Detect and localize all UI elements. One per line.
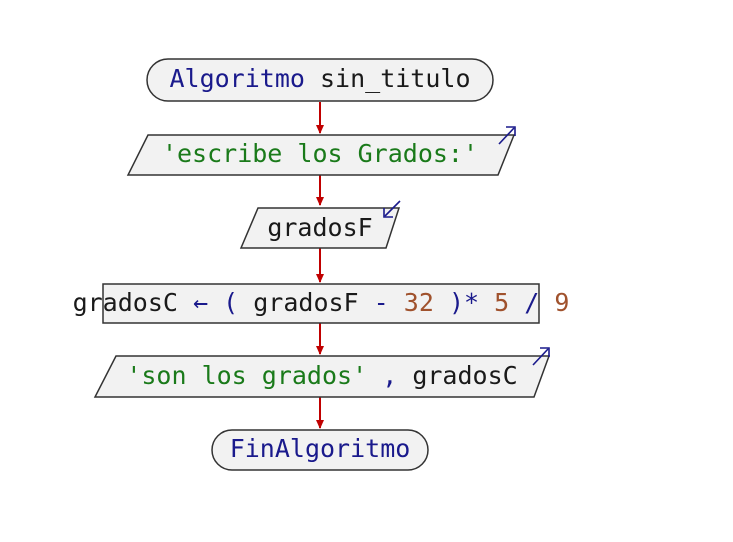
assign-var: gradosF (253, 288, 358, 317)
input1-variable: gradosF (267, 213, 372, 242)
assign-label: gradosC ← ( gradosF - 32 )* 5 / 9 (73, 288, 570, 317)
start-label: Algoritmo sin_titulo (169, 64, 470, 93)
end-keyword: FinAlgoritmo (230, 434, 411, 463)
output2-comma: , (382, 361, 397, 390)
assign-number-32: 32 (404, 288, 434, 317)
assign-number-5: 5 (494, 288, 509, 317)
start-algorithm-name: sin_titulo (320, 64, 471, 93)
assign-slash: / (524, 288, 539, 317)
start-keyword: Algoritmo (169, 64, 304, 93)
output2-variable: gradosC (412, 361, 517, 390)
output2-label: 'son los grados' , gradosC (126, 361, 517, 390)
input-node-1[interactable]: gradosF (239, 200, 401, 249)
assign-target: gradosC (73, 288, 178, 317)
process-node-assign[interactable]: gradosC ← ( gradosF - 32 )* 5 / 9 (73, 283, 570, 324)
output-node-2[interactable]: 'son los grados' , gradosC (93, 347, 551, 398)
end-label: FinAlgoritmo (230, 434, 411, 463)
assign-open-paren: ( (223, 288, 238, 317)
output1-string: 'escribe los Grados:' (162, 139, 478, 168)
input1-label: gradosF (267, 213, 372, 242)
end-node[interactable]: FinAlgoritmo (211, 429, 429, 471)
output1-label: 'escribe los Grados:' (162, 139, 478, 168)
assign-arrow: ← (193, 288, 208, 317)
output2-string: 'son los grados' (126, 361, 367, 390)
assign-close-paren-times: )* (449, 288, 479, 317)
flowchart-diagram: Algoritmo sin_titulo 'escribe los Grados… (73, 58, 570, 471)
assign-number-9: 9 (554, 288, 569, 317)
assign-minus: - (374, 288, 389, 317)
output-node-1[interactable]: 'escribe los Grados:' (126, 126, 516, 176)
start-node[interactable]: Algoritmo sin_titulo (146, 58, 494, 102)
